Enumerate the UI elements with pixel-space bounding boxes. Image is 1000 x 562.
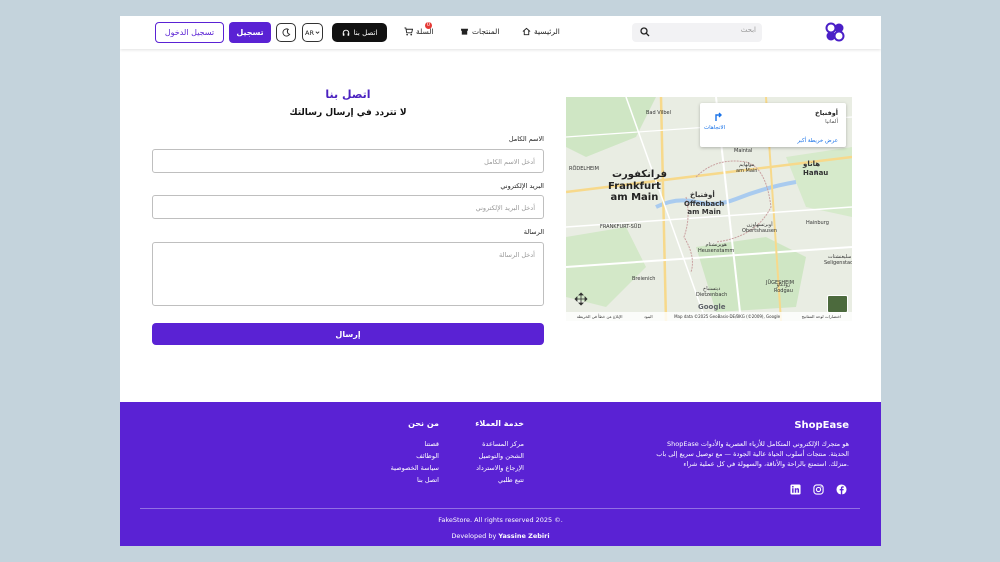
theme-toggle[interactable] bbox=[276, 23, 296, 42]
store-icon bbox=[460, 28, 469, 35]
footer-link-privacy[interactable]: سياسة الخصوصية bbox=[391, 464, 439, 472]
email-field[interactable]: أدخل البريد الإلكتروني bbox=[152, 195, 544, 219]
footer-description: ShopEase هو متجرك الإلكتروني المتكامل لل… bbox=[656, 440, 849, 468]
map-shortcuts-link[interactable]: اختصارات لوحة المفاتيح bbox=[802, 314, 842, 321]
directions-icon[interactable] bbox=[712, 110, 724, 122]
nav-home[interactable]: الرئيسية bbox=[522, 27, 560, 36]
search-box[interactable]: ابحث bbox=[632, 23, 762, 42]
footer-service-title: خدمة العملاء bbox=[475, 419, 524, 428]
signup-button[interactable]: تسجيل bbox=[229, 22, 271, 43]
name-placeholder: أدخل الاسم الكامل bbox=[484, 158, 535, 166]
submit-button[interactable]: إرسال bbox=[152, 323, 544, 345]
footer-link-returns[interactable]: الإرجاع والاسترداد bbox=[476, 464, 524, 472]
nav-home-label: الرئيسية bbox=[534, 27, 560, 36]
message-field[interactable]: أدخل الرسالة bbox=[152, 242, 544, 306]
footer-link-track[interactable]: تتبع طلبي bbox=[498, 476, 524, 484]
google-logo: Google bbox=[698, 303, 726, 311]
map-label-rodelheim: RÖDELHEIM bbox=[569, 166, 599, 172]
map-label-maintal: Maintal bbox=[734, 148, 753, 154]
map-label-bad-vilbel: Bad Vilbel bbox=[646, 110, 671, 116]
site-footer: ShopEase ShopEase هو متجرك الإلكتروني ال… bbox=[120, 402, 881, 546]
map-label-hanau: Hanau bbox=[803, 169, 829, 177]
map-place-title: أوفنباخ bbox=[815, 109, 838, 117]
search-icon[interactable] bbox=[640, 27, 650, 37]
footer-copyright: FakeStore. All rights reserved 2025 ©. bbox=[438, 516, 563, 524]
nav-products[interactable]: المنتجات bbox=[460, 27, 499, 36]
footer-developer-name[interactable]: Yassine Zebiri bbox=[498, 532, 549, 540]
map-label-dietzenbach: ديتسنباخ Dietzenbach bbox=[696, 286, 728, 298]
headset-icon bbox=[342, 29, 349, 36]
map-terms-link[interactable]: البنود bbox=[644, 314, 653, 321]
map-attribution: الإبلاغ عن خطأ في الخريطة البنود Map dat… bbox=[566, 312, 852, 321]
login-button[interactable]: تسجيل الدخول bbox=[155, 22, 224, 43]
search-input[interactable]: ابحث bbox=[741, 26, 756, 34]
map-label-frankfurt-ar: فرانكفورت bbox=[612, 169, 668, 180]
map-label-muhlheim: مولهايم am Main bbox=[736, 162, 758, 174]
map-label-offenbach: Offenbach am Main bbox=[684, 200, 725, 216]
cart-badge: 0 bbox=[425, 22, 432, 29]
moon-icon bbox=[281, 28, 290, 37]
instagram-icon[interactable] bbox=[813, 484, 824, 495]
map-embed[interactable]: Bad Vilbel Maintal هاناو Hanau مولهايم a… bbox=[566, 97, 852, 321]
map-place-subtitle: ألمانيا bbox=[825, 119, 838, 125]
footer-link-shipping[interactable]: الشحن والتوصيل bbox=[479, 452, 524, 460]
nav-cart-label: السلة bbox=[416, 27, 434, 36]
contact-button-label: اتصل بنا bbox=[353, 28, 378, 37]
map-label-breienich: Breienich bbox=[632, 276, 656, 282]
map-label-obertshausen: أوبرتسهاوزن Obertshausen bbox=[742, 222, 778, 234]
email-placeholder: أدخل البريد الإلكتروني bbox=[475, 204, 535, 212]
footer-link-story[interactable]: قصتنا bbox=[424, 440, 439, 448]
footer-link-contact[interactable]: اتصل بنا bbox=[417, 476, 439, 484]
contact-title: اتصل بنا bbox=[325, 88, 371, 101]
page-frame: ابحث الرئيسية المنتجات السلة 0 اتصل بنا … bbox=[120, 16, 881, 546]
message-label: الرسالة bbox=[523, 228, 544, 236]
map-report-link[interactable]: الإبلاغ عن خطأ في الخريطة bbox=[577, 314, 623, 321]
contact-button[interactable]: اتصل بنا bbox=[332, 23, 387, 42]
fullscreen-icon[interactable] bbox=[574, 292, 588, 306]
map-label-hanau-ar: هاناو bbox=[803, 160, 821, 168]
cart-icon bbox=[404, 27, 413, 36]
footer-about-title: من نحن bbox=[408, 419, 439, 428]
language-select[interactable]: AR bbox=[302, 23, 323, 42]
map-place-card: أوفنباخ ألمانيا الاتجاهات عرض خريطة أكبر bbox=[700, 103, 846, 147]
footer-link-careers[interactable]: الوظائف bbox=[416, 452, 439, 460]
home-icon bbox=[522, 27, 531, 36]
map-label-heusenstamm: هويزنشتام Heusenstamm bbox=[698, 242, 735, 254]
language-value: AR bbox=[305, 28, 314, 37]
satellite-toggle[interactable] bbox=[827, 295, 848, 313]
nav-products-label: المنتجات bbox=[472, 27, 500, 36]
footer-divider bbox=[140, 508, 860, 509]
footer-developer-credit: Developed by Yassine Zebiri bbox=[120, 532, 881, 540]
map-label-frankfurt: Frankfurt am Main bbox=[608, 181, 661, 203]
linkedin-icon[interactable] bbox=[790, 484, 801, 495]
footer-developer-prefix: Developed by bbox=[451, 532, 499, 540]
map-label-jugesheim: JÜGESHEIM bbox=[766, 280, 795, 286]
name-label: الاسم الكامل bbox=[508, 135, 544, 143]
map-label-hainburg: Hainburg bbox=[806, 220, 829, 226]
logo-icon[interactable] bbox=[825, 22, 845, 42]
chevron-down-icon bbox=[315, 31, 320, 34]
facebook-icon[interactable] bbox=[836, 484, 847, 495]
map-label-offenbach-ar: أوفنباخ bbox=[690, 191, 715, 199]
map-data-text: Map data ©2025 GeoBasis-DE/BKG (©2009), … bbox=[674, 314, 781, 319]
top-navbar: ابحث الرئيسية المنتجات السلة 0 اتصل بنا … bbox=[120, 16, 881, 49]
footer-brand: ShopEase bbox=[794, 420, 849, 431]
name-field[interactable]: أدخل الاسم الكامل bbox=[152, 149, 544, 173]
footer-link-help[interactable]: مركز المساعدة bbox=[482, 440, 524, 448]
map-label-frankfurt-sud: FRANKFURT-SÜD bbox=[600, 224, 642, 230]
contact-subtitle: لا تتردد في إرسال رسالتك bbox=[289, 108, 407, 118]
map-label-seligenstadt: سليغنشتات Seligenstadt bbox=[824, 254, 852, 266]
message-placeholder: أدخل الرسالة bbox=[499, 251, 535, 259]
map-larger-link[interactable]: عرض خريطة أكبر bbox=[797, 138, 838, 144]
map-directions-link[interactable]: الاتجاهات bbox=[704, 125, 725, 131]
email-label: البريد الإلكتروني bbox=[500, 182, 544, 190]
